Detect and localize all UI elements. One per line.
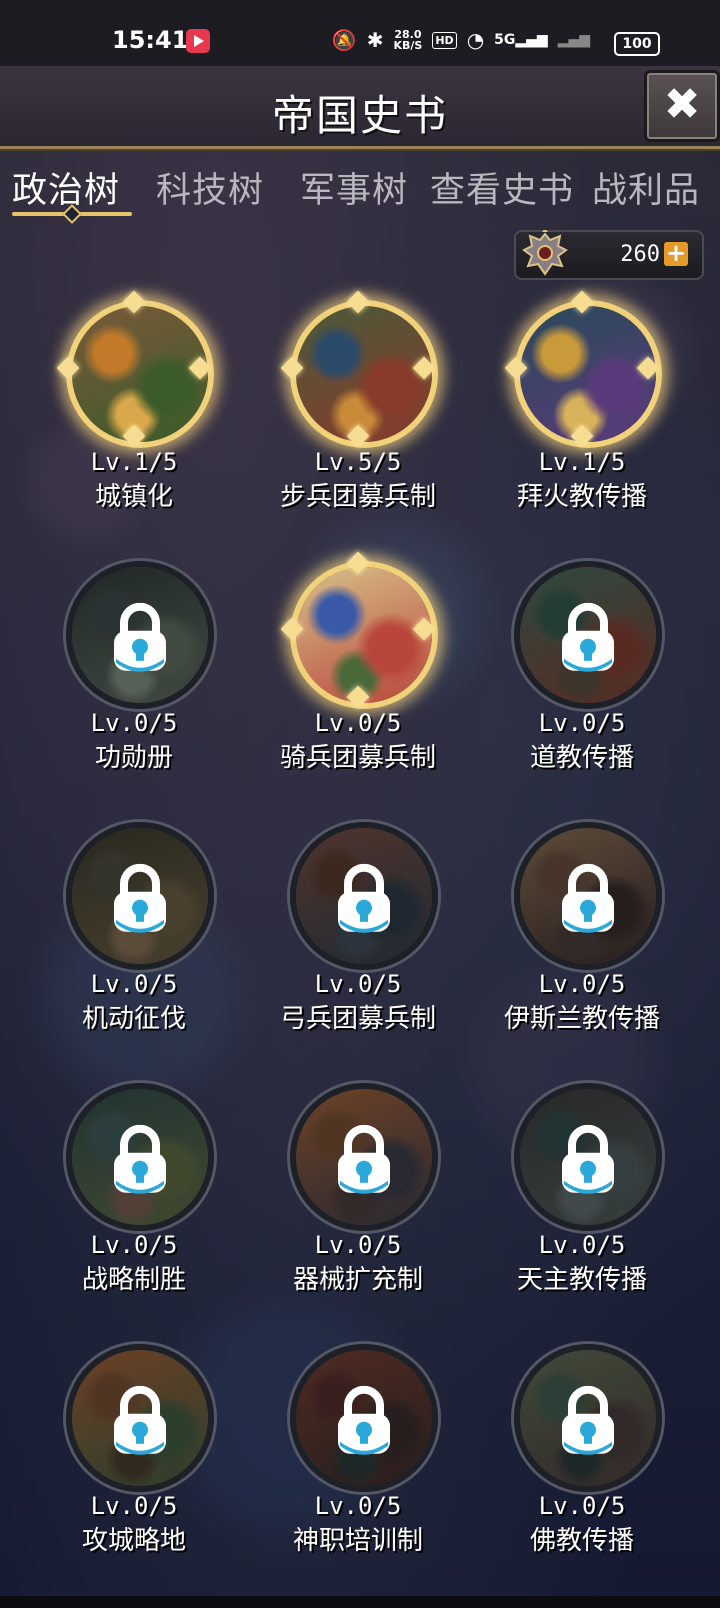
node-title: 攻城略地 — [81, 1526, 186, 1556]
node-urbanization[interactable]: Lv.1/5 城镇化 — [24, 290, 244, 540]
node-level: Lv.0/5 — [314, 709, 402, 737]
locked-medallion[interactable] — [66, 1083, 214, 1231]
locked-medallion[interactable] — [290, 1083, 438, 1231]
node-title: 战略制胜 — [81, 1265, 186, 1295]
node-taoism-spread[interactable]: Lv.0/5 道教传播 — [472, 561, 692, 801]
node-level: Lv.1/5 — [538, 448, 626, 476]
node-level: Lv.0/5 — [90, 1231, 178, 1259]
node-level: Lv.0/5 — [314, 970, 402, 998]
padlock-icon — [114, 863, 166, 933]
node-title: 骑兵团募兵制 — [279, 743, 436, 773]
node-title: 机动征伐 — [81, 1004, 186, 1034]
node-level: Lv.0/5 — [538, 709, 626, 737]
node-mobile-campaign[interactable]: Lv.0/5 机动征伐 — [24, 822, 244, 1062]
padlock-icon — [338, 1385, 390, 1455]
unlocked-medallion[interactable] — [290, 300, 438, 448]
node-title: 步兵团募兵制 — [279, 482, 436, 512]
locked-medallion[interactable] — [514, 822, 662, 970]
node-clergy-training[interactable]: Lv.0/5 神职培训制 — [248, 1344, 468, 1584]
padlock-icon — [114, 602, 166, 672]
node-level: Lv.0/5 — [538, 1492, 626, 1520]
node-level: Lv.0/5 — [90, 970, 178, 998]
node-level: Lv.0/5 — [90, 1492, 178, 1520]
node-title: 神职培训制 — [292, 1526, 423, 1556]
node-title: 道教传播 — [529, 743, 634, 773]
padlock-icon — [114, 1124, 166, 1194]
node-title: 城镇化 — [94, 482, 173, 512]
node-title: 功勋册 — [94, 743, 173, 773]
node-strategic-victory[interactable]: Lv.0/5 战略制胜 — [24, 1083, 244, 1323]
node-zoroastrianism-spread[interactable]: Lv.1/5 拜火教传播 — [472, 290, 692, 540]
policy-tree-grid: Lv.1/5 城镇化 Lv.5/5 步兵团募兵制 Lv.1/5 拜火教传播 Lv.0/… — [0, 0, 720, 1608]
node-artwork — [296, 306, 432, 442]
node-title: 伊斯兰教传播 — [503, 1004, 660, 1034]
padlock-icon — [562, 602, 614, 672]
padlock-icon — [562, 863, 614, 933]
node-level: Lv.1/5 — [90, 448, 178, 476]
locked-medallion[interactable] — [290, 1344, 438, 1492]
node-catholicism-spread[interactable]: Lv.0/5 天主教传播 — [472, 1083, 692, 1323]
padlock-icon — [562, 1124, 614, 1194]
node-artwork — [72, 306, 208, 442]
locked-medallion[interactable] — [290, 822, 438, 970]
node-title: 佛教传播 — [529, 1526, 634, 1556]
node-level: Lv.5/5 — [314, 448, 402, 476]
padlock-icon — [114, 1385, 166, 1455]
padlock-icon — [338, 863, 390, 933]
navigation-bar — [0, 1596, 720, 1608]
padlock-icon — [338, 1124, 390, 1194]
node-merit-roll[interactable]: Lv.0/5 功勋册 — [24, 561, 244, 801]
padlock-icon — [562, 1385, 614, 1455]
node-title: 弓兵团募兵制 — [279, 1004, 436, 1034]
locked-medallion[interactable] — [66, 822, 214, 970]
locked-medallion[interactable] — [514, 561, 662, 709]
unlocked-medallion[interactable] — [66, 300, 214, 448]
node-artwork — [520, 306, 656, 442]
locked-medallion[interactable] — [514, 1083, 662, 1231]
node-archer-recruitment[interactable]: Lv.0/5 弓兵团募兵制 — [248, 822, 468, 1062]
node-title: 天主教传播 — [516, 1265, 647, 1295]
unlocked-medallion[interactable] — [514, 300, 662, 448]
node-level: Lv.0/5 — [314, 1231, 402, 1259]
node-title: 器械扩充制 — [292, 1265, 423, 1295]
node-level: Lv.0/5 — [538, 970, 626, 998]
node-islam-spread[interactable]: Lv.0/5 伊斯兰教传播 — [472, 822, 692, 1062]
node-conquer-cities[interactable]: Lv.0/5 攻城略地 — [24, 1344, 244, 1584]
node-buddhism-spread[interactable]: Lv.0/5 佛教传播 — [472, 1344, 692, 1584]
locked-medallion[interactable] — [66, 561, 214, 709]
node-artwork — [296, 567, 432, 703]
node-cavalry-recruitment[interactable]: Lv.0/5 骑兵团募兵制 — [248, 551, 468, 801]
node-level: Lv.0/5 — [314, 1492, 402, 1520]
locked-medallion[interactable] — [514, 1344, 662, 1492]
node-level: Lv.0/5 — [90, 709, 178, 737]
node-infantry-recruitment[interactable]: Lv.5/5 步兵团募兵制 — [248, 290, 468, 540]
node-siege-expansion[interactable]: Lv.0/5 器械扩充制 — [248, 1083, 468, 1323]
node-title: 拜火教传播 — [516, 482, 647, 512]
locked-medallion[interactable] — [66, 1344, 214, 1492]
unlocked-medallion[interactable] — [290, 561, 438, 709]
node-level: Lv.0/5 — [538, 1231, 626, 1259]
